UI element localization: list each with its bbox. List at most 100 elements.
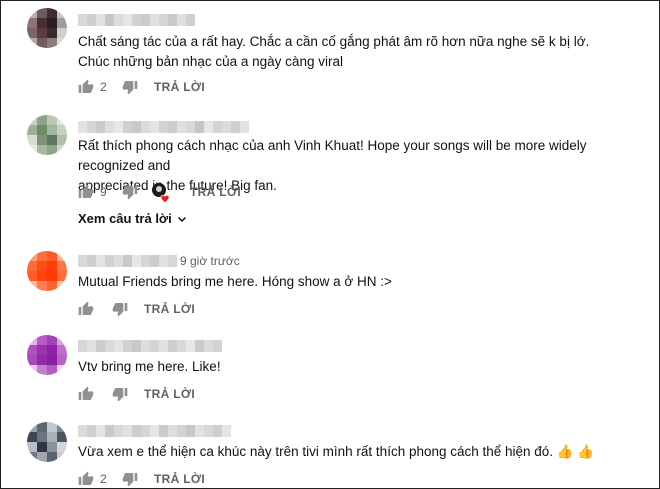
reply-button[interactable]: TRẢ LỜI (154, 80, 205, 94)
like-count: 9 (100, 185, 107, 199)
name-pixel (177, 121, 186, 133)
avatar-pixel (57, 365, 67, 375)
name-pixel (168, 255, 177, 267)
avatar-pixel (47, 355, 57, 365)
author-name-blurred[interactable] (78, 14, 195, 26)
avatar-pixel (57, 281, 67, 291)
name-pixel (159, 121, 168, 133)
avatar-pixel (27, 18, 37, 28)
name-pixel (222, 121, 231, 133)
name-pixel (141, 14, 150, 26)
name-pixel (159, 340, 168, 352)
name-pixel (159, 255, 168, 267)
thumbs-up-icon[interactable] (78, 386, 94, 402)
author-name-blurred[interactable] (78, 255, 177, 267)
avatar-pixel (57, 432, 67, 442)
avatar-pixel (47, 251, 57, 261)
comment-text: Vừa xem e thể hiện ca khúc này trên tivi… (78, 442, 648, 462)
name-pixel (123, 340, 132, 352)
avatar-pixel (27, 38, 37, 48)
name-pixel (213, 340, 222, 352)
thumbs-up-icon[interactable] (78, 301, 94, 317)
avatar-pixel (37, 452, 47, 462)
avatar[interactable] (27, 8, 67, 48)
name-pixel (204, 340, 213, 352)
name-pixel (186, 14, 195, 26)
heart-icon (160, 191, 170, 209)
name-pixel (114, 340, 123, 352)
name-pixel (141, 425, 150, 437)
thumbs-down-icon[interactable] (122, 184, 138, 200)
name-pixel (150, 255, 159, 267)
author-name-blurred[interactable] (78, 340, 222, 352)
view-replies-button[interactable]: Xem câu trả lời (78, 211, 188, 226)
name-pixel (132, 14, 141, 26)
thumbs-up-icon[interactable] (78, 184, 94, 200)
avatar-pixel (27, 442, 37, 452)
avatar-pixel (47, 345, 57, 355)
name-pixel (105, 340, 114, 352)
avatar-pixel (47, 452, 57, 462)
avatar[interactable] (27, 422, 67, 462)
thumbs-down-icon[interactable] (112, 386, 128, 402)
name-pixel (123, 121, 132, 133)
avatar-pixel (37, 145, 47, 155)
thumbs-up-icon[interactable] (78, 79, 94, 95)
author-row (78, 120, 249, 134)
name-pixel (150, 14, 159, 26)
name-pixel (114, 425, 123, 437)
comment-timestamp[interactable]: 9 giờ trước (180, 254, 240, 268)
name-pixel (87, 425, 96, 437)
avatar-pixel (47, 422, 57, 432)
avatar-pixel (37, 345, 47, 355)
name-pixel (141, 255, 150, 267)
thumbs-down-icon[interactable] (122, 79, 138, 95)
author-name-blurred[interactable] (78, 121, 249, 133)
avatar-pixel (47, 125, 57, 135)
avatar-pixel (27, 125, 37, 135)
avatar-pixel (47, 281, 57, 291)
comment-item: 9 giờ trước Mutual Friends bring me here… (1, 241, 659, 326)
reply-button[interactable]: TRẢ LỜI (190, 185, 241, 199)
avatar[interactable] (27, 115, 67, 155)
name-pixel (78, 340, 87, 352)
reply-button[interactable]: TRẢ LỜI (144, 387, 195, 401)
avatar-pixel (47, 28, 57, 38)
name-pixel (195, 340, 204, 352)
creator-heart-badge (152, 183, 170, 204)
name-pixel (168, 340, 177, 352)
name-pixel (177, 340, 186, 352)
avatar-pixel (57, 135, 67, 145)
avatar-pixel (47, 8, 57, 18)
reply-button[interactable]: TRẢ LỜI (154, 472, 205, 486)
name-pixel (87, 121, 96, 133)
name-pixel (96, 255, 105, 267)
comment-text-line: Chất sáng tác của a rất hay. Chắc a cần … (78, 34, 590, 49)
action-bar: TRẢ LỜI (78, 300, 195, 318)
author-row (78, 424, 231, 438)
avatar-pixel (57, 115, 67, 125)
name-pixel (78, 121, 87, 133)
author-name-blurred[interactable] (78, 425, 231, 437)
thumbs-down-icon[interactable] (122, 471, 138, 487)
name-pixel (177, 14, 186, 26)
avatar-pixel (47, 135, 57, 145)
avatar-pixel (37, 442, 47, 452)
avatar-pixel (57, 8, 67, 18)
avatar-pixel (57, 28, 67, 38)
name-pixel (96, 121, 105, 133)
thumbs-up-icon[interactable] (78, 471, 94, 487)
name-pixel (186, 340, 195, 352)
like-count: 2 (100, 472, 107, 486)
avatar-pixel (57, 38, 67, 48)
thumbs-down-icon[interactable] (112, 301, 128, 317)
avatar[interactable] (27, 335, 67, 375)
chevron-down-icon (176, 213, 188, 225)
name-pixel (78, 255, 87, 267)
avatar-pixel (37, 135, 47, 145)
comment-item: Chất sáng tác của a rất hay. Chắc a cần … (1, 1, 659, 106)
reply-button[interactable]: TRẢ LỜI (144, 302, 195, 316)
avatar[interactable] (27, 251, 67, 291)
avatar-pixel (57, 345, 67, 355)
name-pixel (114, 14, 123, 26)
